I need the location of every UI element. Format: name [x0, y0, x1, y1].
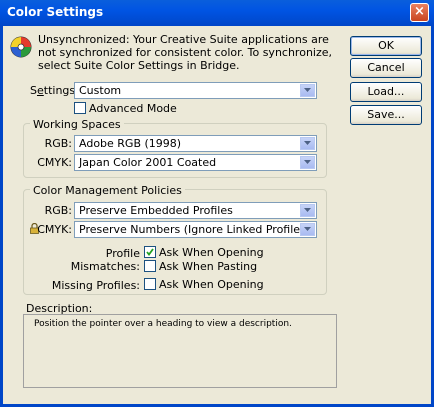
color-policies-title: Color Management Policies: [30, 184, 185, 197]
policy-cmyk-dropdown[interactable]: Preserve Numbers (Ignore Linked Profiles…: [74, 221, 317, 238]
chevron-down-icon: [300, 223, 315, 236]
missing-profiles-label: Missing Profiles:: [51, 279, 140, 292]
ws-cmyk-value: Japan Color 2001 Coated: [79, 156, 217, 169]
color-sync-icon: [10, 36, 32, 58]
policy-rgb-value: Preserve Embedded Profiles: [79, 204, 233, 217]
save-button[interactable]: Save...: [350, 105, 422, 125]
policy-rgb-dropdown[interactable]: Preserve Embedded Profiles: [74, 202, 317, 219]
policy-rgb-label: RGB:: [44, 204, 72, 217]
window-title: Color Settings: [7, 5, 104, 19]
ws-rgb-dropdown[interactable]: Adobe RGB (1998): [74, 135, 317, 152]
ok-button[interactable]: OK: [350, 36, 422, 56]
missing-ask-when-opening-label: Ask When Opening: [159, 278, 264, 291]
advanced-mode-checkbox[interactable]: [74, 102, 86, 114]
sync-message: Unsynchronized: Your Creative Suite appl…: [38, 33, 333, 72]
ws-rgb-label: RGB:: [44, 137, 72, 150]
close-button[interactable]: ×: [410, 3, 429, 22]
ws-cmyk-label: CMYK:: [37, 156, 72, 169]
settings-label: Settings:: [30, 84, 79, 97]
profile-mismatches-label: Profile Mismatches:: [70, 247, 140, 273]
ws-cmyk-dropdown[interactable]: Japan Color 2001 Coated: [74, 154, 317, 171]
chevron-down-icon: [300, 137, 315, 150]
description-text: Position the pointer over a heading to v…: [34, 319, 292, 329]
chevron-down-icon: [300, 204, 315, 217]
settings-dropdown[interactable]: Custom: [74, 82, 317, 99]
title-bar: Color Settings ×: [0, 0, 434, 26]
cancel-button[interactable]: Cancel: [350, 58, 422, 78]
ask-when-opening-checkbox[interactable]: [144, 246, 156, 258]
policy-cmyk-label: CMYK:: [37, 223, 72, 236]
missing-ask-when-opening-checkbox[interactable]: [144, 278, 156, 290]
ask-when-opening-label: Ask When Opening: [159, 246, 264, 259]
advanced-mode-label: Advanced Mode: [89, 102, 177, 115]
chevron-down-icon: [300, 156, 315, 169]
ws-rgb-value: Adobe RGB (1998): [79, 137, 182, 150]
load-button[interactable]: Load...: [350, 82, 422, 102]
policy-cmyk-value: Preserve Numbers (Ignore Linked Profiles…: [79, 223, 311, 236]
working-spaces-title: Working Spaces: [30, 118, 124, 131]
ask-when-pasting-label: Ask When Pasting: [159, 260, 258, 273]
chevron-down-icon: [300, 84, 315, 97]
settings-value: Custom: [79, 84, 122, 97]
ask-when-pasting-checkbox[interactable]: [144, 260, 156, 272]
checkmark-icon: [146, 248, 154, 256]
